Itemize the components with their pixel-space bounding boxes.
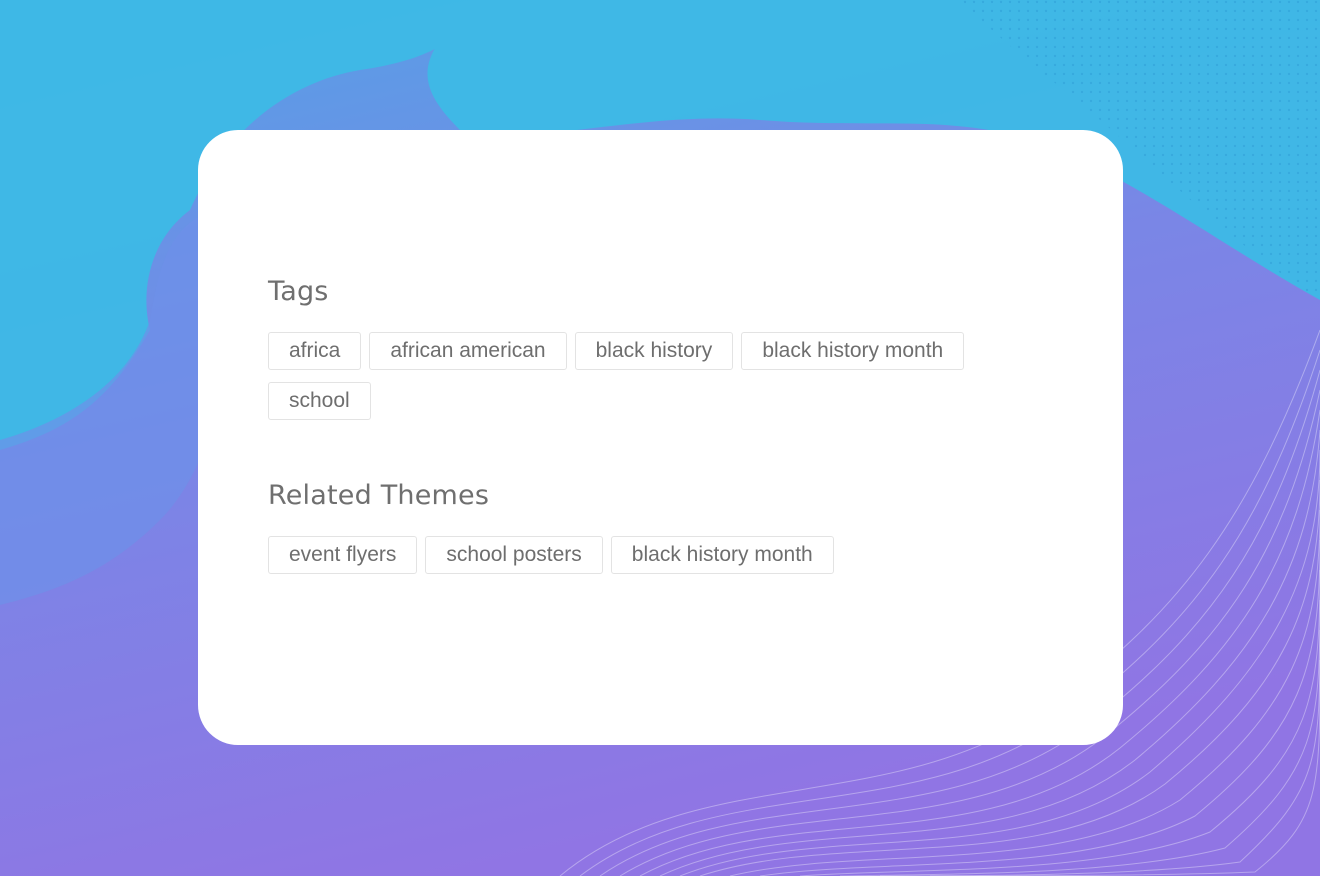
theme-event-flyers[interactable]: event flyers (268, 536, 418, 574)
content-card: Tags africa african american black histo… (198, 130, 1123, 745)
tags-list: africa african american black history bl… (268, 332, 1028, 420)
related-themes-heading: Related Themes (268, 480, 490, 511)
theme-black-history-month[interactable]: black history month (610, 536, 834, 574)
related-themes-list: event flyers school posters black histor… (268, 536, 1028, 574)
tags-heading: Tags (268, 276, 329, 307)
tag-black-history[interactable]: black history (574, 332, 734, 370)
tag-african-american[interactable]: african american (369, 332, 567, 370)
tag-school[interactable]: school (268, 382, 371, 420)
tag-black-history-month[interactable]: black history month (741, 332, 965, 370)
tag-africa[interactable]: africa (268, 332, 362, 370)
theme-school-posters[interactable]: school posters (425, 536, 603, 574)
